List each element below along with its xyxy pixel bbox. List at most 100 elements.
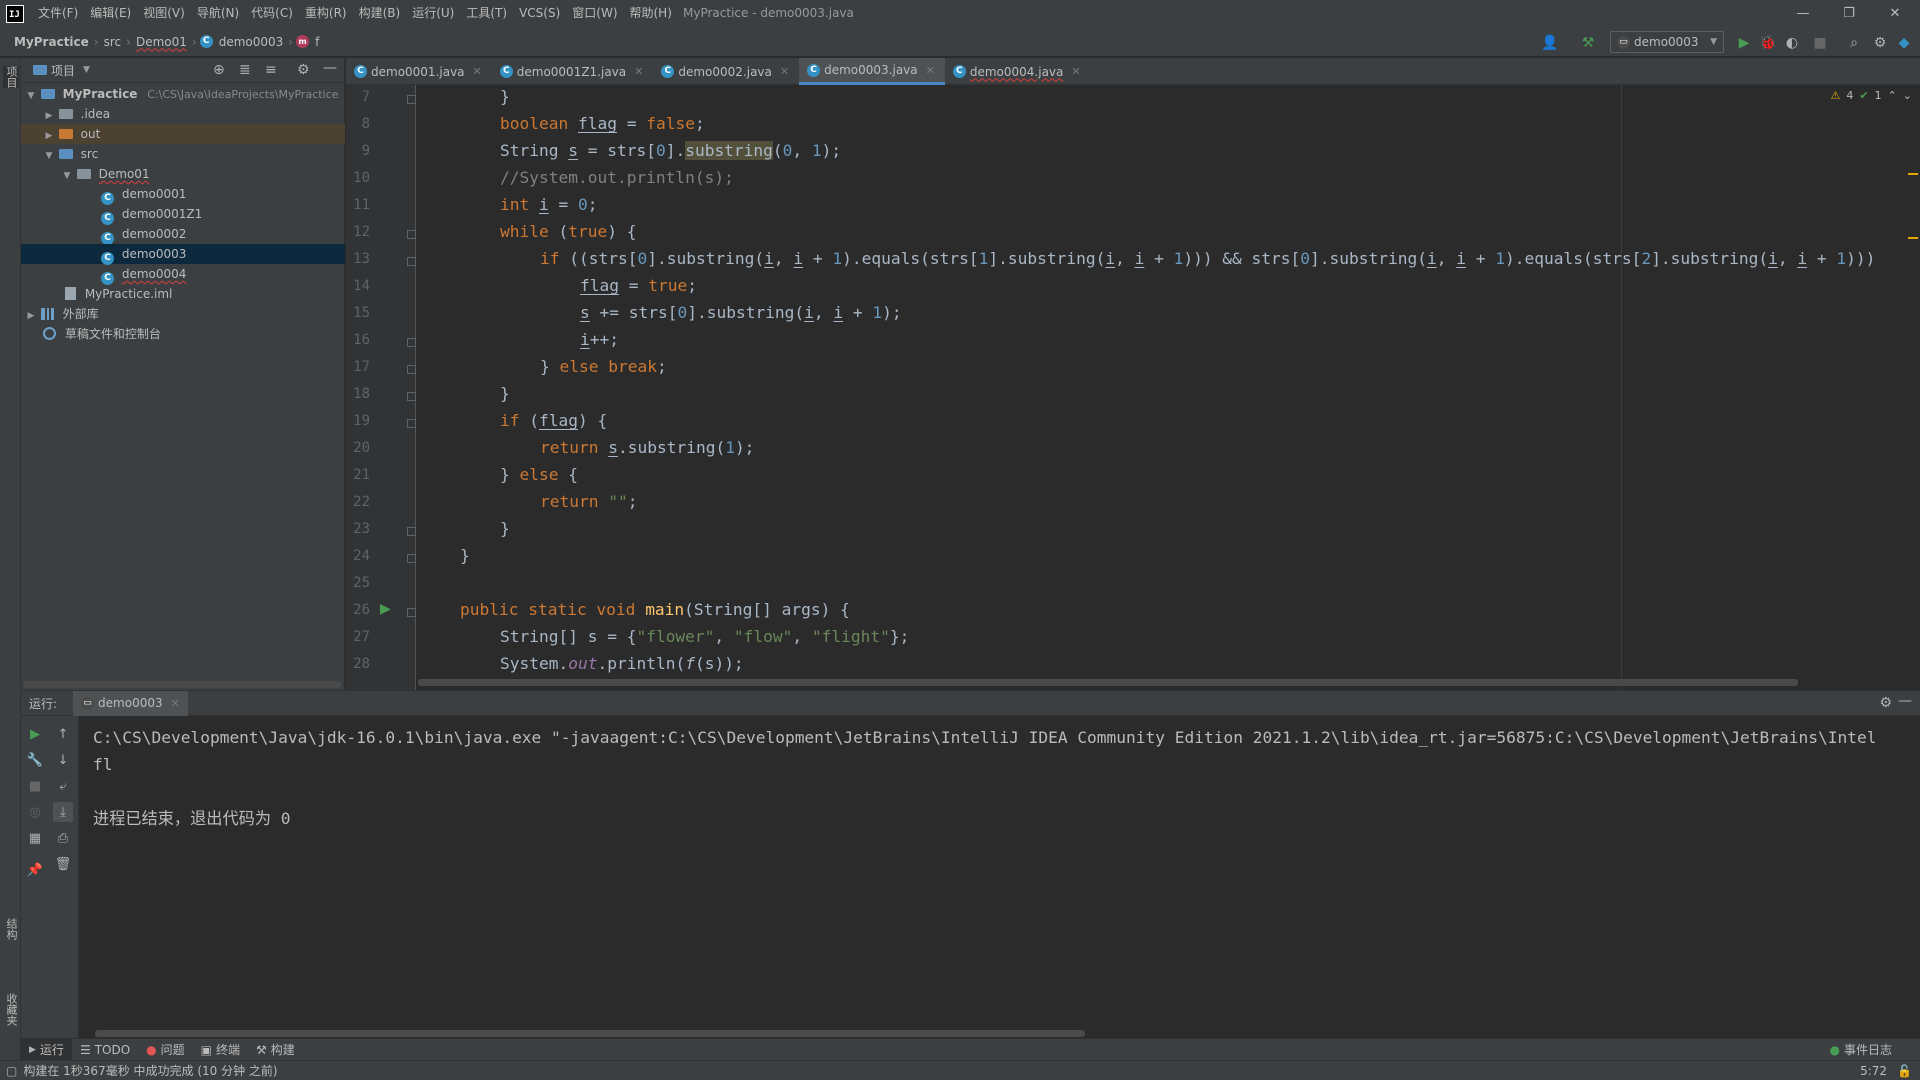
camera-icon[interactable]: ◎	[25, 802, 45, 822]
caret-position[interactable]: 5:72	[1860, 1064, 1887, 1078]
stop-icon[interactable]: ■	[1810, 33, 1830, 53]
tree-item-iml[interactable]: MyPractice.iml	[21, 284, 345, 304]
menu-window[interactable]: 窗口(W)	[566, 0, 623, 27]
coverage-icon[interactable]: ◐	[1782, 33, 1802, 53]
fold-marker-icon[interactable]	[407, 554, 416, 563]
menu-tools[interactable]: 工具(T)	[460, 0, 513, 27]
favorites-tool-tab[interactable]: 收藏夹	[3, 993, 19, 1026]
project-hscroll[interactable]	[23, 681, 341, 688]
next-highlight-icon[interactable]: ⌄	[1903, 89, 1912, 102]
minimize-button[interactable]: —	[1780, 0, 1826, 27]
tree-item-scratches[interactable]: 草稿文件和控制台	[21, 324, 345, 344]
locate-file-icon[interactable]: ⊕	[213, 62, 225, 78]
collapse-all-icon[interactable]: ≡	[265, 62, 277, 78]
arrow-up-icon[interactable]: ↑	[53, 724, 73, 744]
project-view-title[interactable]: 项目	[51, 62, 75, 79]
run-icon[interactable]: ▶	[1734, 33, 1754, 53]
tree-item-external-libs[interactable]: ▶ 外部库	[21, 304, 345, 324]
status-message[interactable]: 构建在 1秒367毫秒 中成功完成 (10 分钟 之前)	[23, 1062, 277, 1079]
tree-item-file[interactable]: C demo0001Z1	[21, 204, 345, 225]
hide-panel-icon[interactable]: —	[323, 60, 337, 76]
pin-icon[interactable]: 📌	[25, 860, 45, 880]
code-editor[interactable]: 7 8 9 10 11 12 13 14 15 16 17 18 19 20 2…	[346, 85, 1920, 690]
menu-navigate[interactable]: 导航(N)	[191, 0, 245, 27]
tool-tab-problems[interactable]: ● 问题	[138, 1041, 193, 1058]
breadcrumb-package[interactable]: Demo01	[134, 35, 189, 49]
rerun-icon[interactable]: ▶	[25, 724, 45, 744]
fold-marker-icon[interactable]	[407, 338, 416, 347]
error-stripe-mark[interactable]	[1908, 173, 1918, 175]
previous-highlight-icon[interactable]: ⌃	[1888, 89, 1897, 102]
tree-item-file[interactable]: C demo0001	[21, 184, 345, 205]
close-tab-icon[interactable]: ✕	[473, 65, 482, 78]
menu-code[interactable]: 代码(C)	[245, 0, 299, 27]
scroll-to-end-icon[interactable]: ⤓	[53, 802, 73, 822]
menu-edit[interactable]: 编辑(E)	[84, 0, 137, 27]
tool-tab-todo[interactable]: ☰ TODO	[72, 1043, 138, 1057]
tool-tab-event-log[interactable]: ● 事件日志	[1822, 1041, 1901, 1058]
lock-icon[interactable]: 🔓	[1897, 1064, 1912, 1078]
fold-marker-icon[interactable]	[407, 95, 416, 104]
tree-item-package[interactable]: ▼ Demo01	[21, 164, 345, 184]
fold-marker-icon[interactable]	[407, 527, 416, 536]
wrench-icon[interactable]: 🔧	[25, 750, 45, 770]
editor-tab-active[interactable]: C demo0003.java ✕	[799, 58, 945, 85]
menu-refactor[interactable]: 重构(R)	[299, 0, 353, 27]
close-tab-icon[interactable]: ✕	[1071, 65, 1080, 78]
run-config-selector[interactable]: ▭ demo0003 ▼	[1610, 31, 1724, 53]
breadcrumb-method[interactable]: f	[313, 35, 321, 49]
run-settings-gear-icon[interactable]: ⚙	[1879, 695, 1892, 711]
search-icon[interactable]: ⌕	[1844, 33, 1864, 53]
panel-settings-gear-icon[interactable]: ⚙	[297, 62, 310, 78]
stop-icon[interactable]: ■	[25, 776, 45, 796]
fold-marker-icon[interactable]	[407, 419, 416, 428]
tree-item-file[interactable]: C demo0002	[21, 224, 345, 245]
editor-tab[interactable]: C demo0004.java ✕	[945, 58, 1091, 85]
error-stripe-mark[interactable]	[1908, 237, 1918, 239]
tree-item-file[interactable]: C demo0004	[21, 264, 345, 285]
tree-item-file-selected[interactable]: C demo0003	[21, 244, 345, 265]
status-square-icon[interactable]: ▢	[6, 1064, 17, 1078]
tree-item-out[interactable]: ▶ out	[21, 124, 345, 144]
editor-tab[interactable]: C demo0001.java ✕	[346, 58, 492, 85]
tree-item-idea[interactable]: ▶ .idea	[21, 104, 345, 124]
hide-run-panel-icon[interactable]: —	[1898, 693, 1912, 709]
editor-tab[interactable]: C demo0001Z1.java ✕	[492, 58, 654, 85]
breadcrumb-class[interactable]: demo0003	[217, 35, 286, 49]
menu-vcs[interactable]: VCS(S)	[513, 0, 566, 27]
restore-button[interactable]: ❐	[1826, 0, 1872, 27]
fold-marker-icon[interactable]	[407, 608, 416, 617]
menu-view[interactable]: 视图(V)	[137, 0, 191, 27]
fold-marker-icon[interactable]	[407, 392, 416, 401]
breadcrumb-src[interactable]: src	[102, 35, 124, 49]
fold-marker-icon[interactable]	[407, 365, 416, 374]
breadcrumb-project[interactable]: MyPractice	[12, 35, 91, 49]
close-tab-icon[interactable]: ✕	[926, 64, 935, 77]
chevron-down-icon[interactable]: ▼	[83, 65, 90, 75]
print-icon[interactable]: ⎙	[53, 828, 73, 848]
console-hscroll[interactable]	[95, 1030, 1085, 1037]
close-tab-icon[interactable]: ✕	[171, 697, 180, 710]
project-tool-tab[interactable]: 项目	[3, 66, 19, 88]
menu-help[interactable]: 帮助(H)	[624, 0, 678, 27]
arrow-down-icon[interactable]: ↓	[53, 750, 73, 770]
debug-icon[interactable]: 🐞	[1758, 33, 1778, 53]
editor-hscroll[interactable]	[418, 679, 1798, 686]
menu-file[interactable]: 文件(F)	[32, 0, 84, 27]
structure-tool-tab[interactable]: 结构	[3, 918, 19, 940]
close-window-button[interactable]: ✕	[1872, 0, 1918, 27]
user-icon[interactable]: 👤	[1540, 33, 1560, 53]
tree-item-src[interactable]: ▼ src	[21, 144, 345, 164]
console-output[interactable]: C:\CS\Development\Java\jdk-16.0.1\bin\ja…	[93, 724, 1876, 832]
menu-run[interactable]: 运行(U)	[406, 0, 460, 27]
run-tab[interactable]: ▭ demo0003 ✕	[73, 690, 188, 716]
trash-icon[interactable]: 🗑	[53, 854, 73, 874]
tool-tab-terminal[interactable]: ▣ 终端	[193, 1041, 248, 1058]
fold-marker-icon[interactable]	[407, 257, 416, 266]
soft-wrap-icon[interactable]: ⤶	[53, 776, 73, 796]
close-tab-icon[interactable]: ✕	[780, 65, 789, 78]
close-tab-icon[interactable]: ✕	[634, 65, 643, 78]
tool-tab-build[interactable]: ⚒ 构建	[248, 1041, 303, 1058]
layout-icon[interactable]: ▦	[25, 828, 45, 848]
editor-tab[interactable]: C demo0002.java ✕	[653, 58, 799, 85]
